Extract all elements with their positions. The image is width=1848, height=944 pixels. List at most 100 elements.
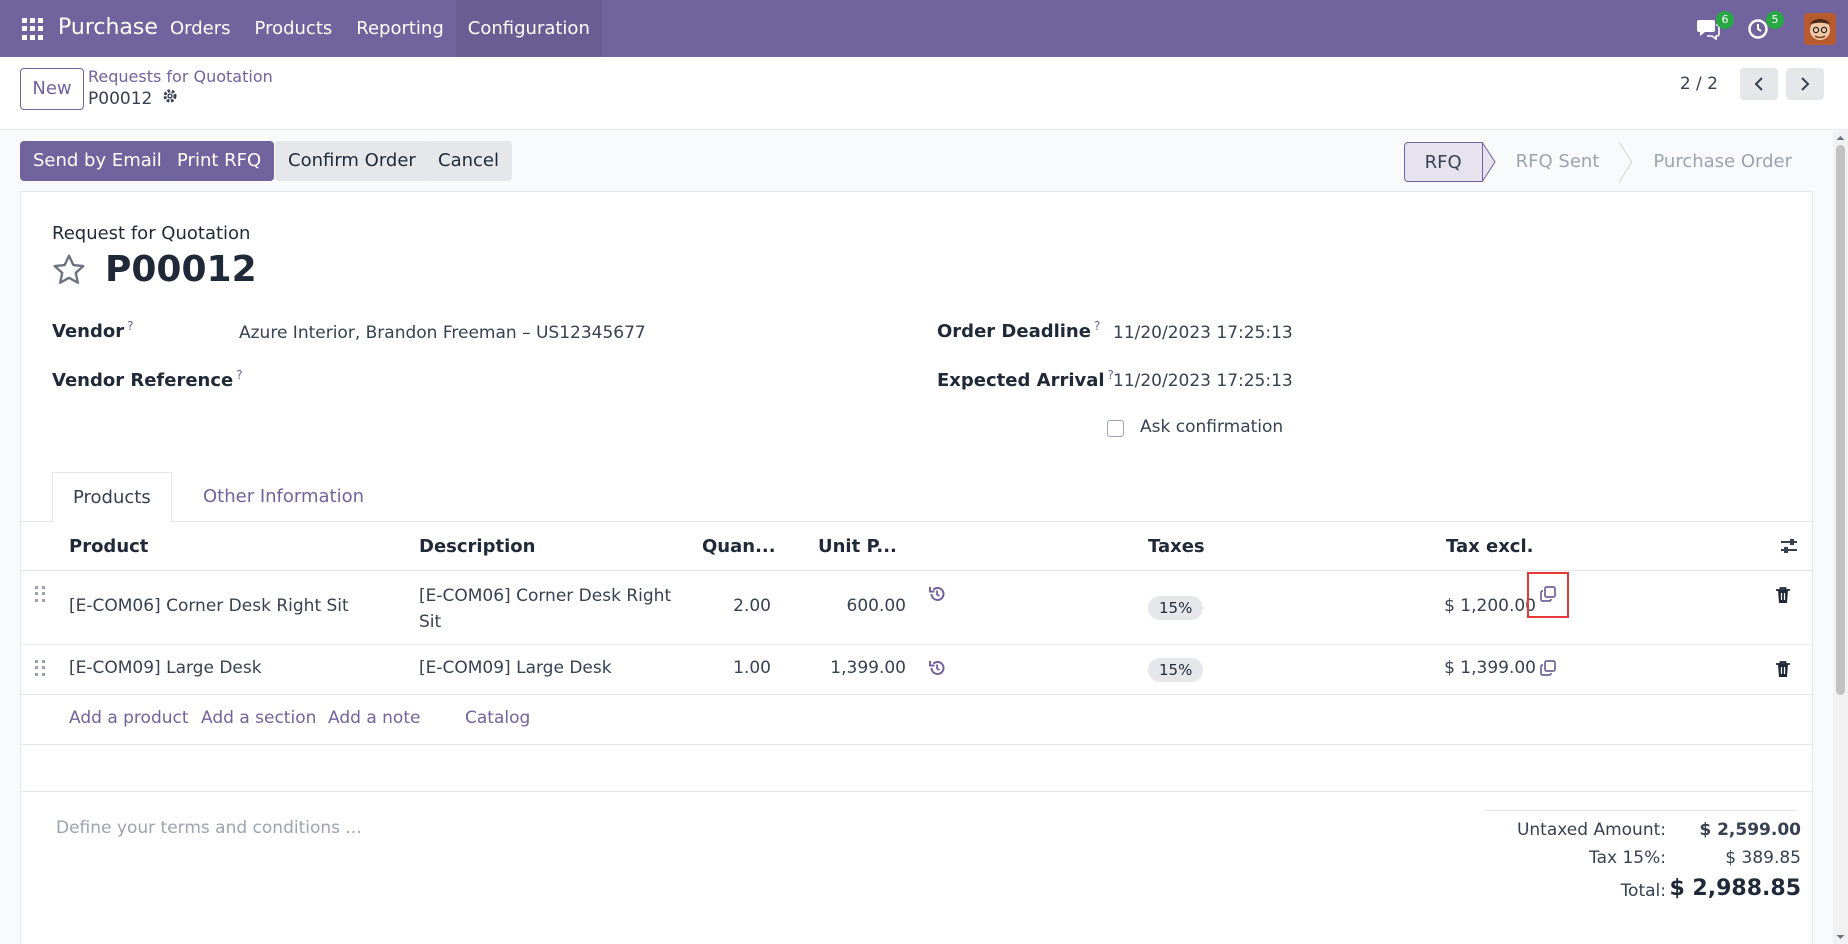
- add-line-row: Add a product Add a section Add a note C…: [21, 695, 1814, 745]
- add-product-link[interactable]: Add a product: [69, 708, 189, 728]
- breadcrumb-link[interactable]: Requests for Quotation: [88, 67, 273, 86]
- menu-reporting[interactable]: Reporting: [344, 0, 456, 57]
- terms-conditions-field[interactable]: Define your terms and conditions ...: [56, 818, 362, 838]
- chevron-left-icon: [1754, 77, 1763, 91]
- column-taxes[interactable]: Taxes: [1148, 536, 1205, 557]
- subtotal-cell: $ 1,399.00: [1444, 658, 1536, 678]
- pager: 2 / 2: [1680, 68, 1824, 100]
- notebook-tabs: Products Other Information: [21, 472, 1814, 523]
- status-arrow-icon: [1481, 142, 1496, 182]
- activities-count-badge: 5: [1766, 10, 1784, 29]
- tax-badge[interactable]: 15%: [1148, 596, 1204, 620]
- expected-arrival-label: Expected Arrival?: [937, 368, 1114, 391]
- scroll-down-arrow-icon[interactable]: [1833, 932, 1848, 942]
- add-section-link[interactable]: Add a section: [201, 708, 316, 728]
- expected-arrival-field[interactable]: 11/20/2023 17:25:13: [1113, 371, 1293, 391]
- quantity-cell[interactable]: 1.00: [681, 658, 771, 678]
- table-header: Product Description Quan... Unit P... Ta…: [21, 522, 1814, 571]
- send-by-email-button[interactable]: Send by Email: [20, 141, 175, 181]
- status-rfq[interactable]: RFQ: [1403, 142, 1483, 182]
- table-row[interactable]: [E-COM09] Large Desk [E-COM09] Large Des…: [21, 645, 1814, 695]
- vendor-reference-field[interactable]: [239, 368, 739, 394]
- messages-icon[interactable]: 6: [1694, 10, 1734, 43]
- pager-next-button[interactable]: [1786, 68, 1824, 100]
- print-rfq-button[interactable]: Print RFQ: [164, 141, 275, 181]
- page-scrollbar[interactable]: [1833, 131, 1848, 944]
- product-cell[interactable]: [E-COM06] Corner Desk Right Sit: [69, 596, 349, 616]
- menu-products[interactable]: Products: [243, 0, 345, 57]
- price-history-icon[interactable]: [928, 585, 946, 603]
- user-avatar[interactable]: [1804, 12, 1836, 45]
- main-menu: Orders Products Reporting Configuration: [158, 0, 602, 57]
- tax-value: $ 389.85: [1725, 848, 1801, 868]
- description-cell[interactable]: [E-COM06] Corner Desk Right Sit: [419, 583, 674, 635]
- vendor-reference-label: Vendor Reference?: [52, 368, 243, 391]
- ask-confirmation-checkbox[interactable]: [1107, 420, 1124, 437]
- status-purchase-order[interactable]: Purchase Order: [1633, 142, 1812, 182]
- control-panel: New Requests for Quotation P00012 2 / 2: [0, 57, 1848, 130]
- subtotal-cell: $ 1,200.00: [1444, 596, 1536, 616]
- pager-previous-button[interactable]: [1740, 68, 1778, 100]
- price-history-icon[interactable]: [928, 659, 946, 677]
- activities-clock-icon[interactable]: 5: [1744, 10, 1784, 43]
- delete-trash-icon[interactable]: [1775, 586, 1793, 604]
- catalog-link[interactable]: Catalog: [465, 708, 530, 728]
- table-row[interactable]: [E-COM06] Corner Desk Right Sit [E-COM06…: [21, 571, 1814, 645]
- vendor-field[interactable]: Azure Interior, Brandon Freeman – US1234…: [239, 323, 646, 343]
- empty-row: [21, 745, 1814, 792]
- cancel-button[interactable]: Cancel: [425, 141, 512, 181]
- form-title: P00012: [105, 249, 257, 290]
- untaxed-amount-value: $ 2,599.00: [1699, 820, 1801, 840]
- column-quantity[interactable]: Quan...: [702, 536, 776, 557]
- apps-menu-icon[interactable]: [22, 18, 44, 40]
- status-bar: RFQ RFQ Sent Purchase Order: [1403, 142, 1812, 182]
- form-action-bar: Send by Email Print RFQ Confirm Order Ca…: [0, 131, 1848, 191]
- tax-label: Tax 15%:: [1589, 848, 1666, 868]
- duplicate-line-icon[interactable]: [1539, 659, 1557, 677]
- menu-configuration[interactable]: Configuration: [455, 0, 602, 57]
- scrollbar-thumb[interactable]: [1836, 145, 1845, 695]
- systray: 6 5: [1694, 0, 1836, 57]
- column-unit-price[interactable]: Unit P...: [818, 536, 897, 557]
- tax-badge[interactable]: 15%: [1148, 658, 1204, 682]
- order-deadline-field[interactable]: 11/20/2023 17:25:13: [1113, 323, 1293, 343]
- unit-price-cell[interactable]: 600.00: [791, 596, 906, 616]
- status-arrow-icon: [1619, 142, 1633, 182]
- total-value: $ 2,988.85: [1669, 876, 1801, 901]
- duplicate-line-icon[interactable]: [1539, 585, 1557, 603]
- drag-handle-icon[interactable]: [35, 660, 45, 676]
- top-navbar: Purchase Orders Products Reporting Confi…: [0, 0, 1848, 57]
- optional-columns-toggle-icon[interactable]: [1780, 537, 1798, 555]
- star-icon[interactable]: [51, 252, 87, 288]
- totals-divider: [1484, 810, 1798, 811]
- tab-products[interactable]: Products: [52, 472, 172, 523]
- messages-count-badge: 6: [1716, 10, 1734, 29]
- add-note-link[interactable]: Add a note: [328, 708, 420, 728]
- current-record: P00012: [88, 88, 178, 109]
- unit-price-cell[interactable]: 1,399.00: [791, 658, 906, 678]
- column-product[interactable]: Product: [69, 536, 148, 557]
- gear-icon[interactable]: [162, 88, 178, 109]
- description-cell[interactable]: [E-COM09] Large Desk: [419, 658, 612, 678]
- drag-handle-icon[interactable]: [35, 586, 45, 602]
- tab-other-information[interactable]: Other Information: [183, 472, 384, 522]
- column-tax-excluded[interactable]: Tax excl.: [1446, 536, 1533, 557]
- new-button[interactable]: New: [20, 68, 84, 110]
- scroll-up-arrow-icon[interactable]: [1833, 133, 1848, 143]
- record-name-label: P00012: [88, 88, 153, 109]
- delete-trash-icon[interactable]: [1775, 660, 1793, 678]
- menu-orders[interactable]: Orders: [158, 0, 243, 57]
- untaxed-amount-label: Untaxed Amount:: [1516, 820, 1666, 840]
- chevron-right-icon: [1801, 77, 1810, 91]
- vendor-label: Vendor?: [52, 319, 134, 342]
- pager-value[interactable]: 2 / 2: [1680, 74, 1718, 94]
- app-name[interactable]: Purchase: [58, 15, 158, 40]
- column-description[interactable]: Description: [419, 536, 535, 557]
- status-rfq-sent[interactable]: RFQ Sent: [1496, 142, 1620, 182]
- order-deadline-label: Order Deadline?: [937, 319, 1101, 342]
- form-sheet: Request for Quotation P00012 Vendor? Azu…: [20, 191, 1814, 944]
- confirm-order-button[interactable]: Confirm Order: [275, 141, 429, 181]
- quantity-cell[interactable]: 2.00: [681, 596, 771, 616]
- form-subtitle: Request for Quotation: [52, 223, 251, 244]
- product-cell[interactable]: [E-COM09] Large Desk: [69, 658, 262, 678]
